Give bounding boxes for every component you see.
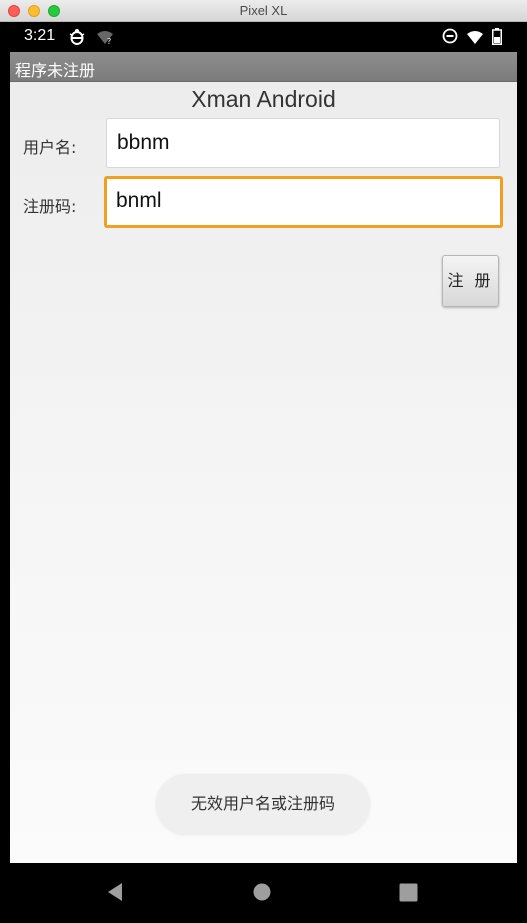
regcode-label: 注册码: <box>23 197 77 216</box>
svg-text:x: x <box>478 39 482 46</box>
device-frame: 3:21 ? x 程序未注册 Xman Android 用户名: bbnm 注册… <box>0 22 527 923</box>
recents-icon[interactable] <box>399 883 418 906</box>
action-bar: 程序未注册 <box>10 52 517 82</box>
dnd-icon <box>442 28 458 48</box>
status-bar: 3:21 ? x <box>10 22 517 52</box>
status-time: 3:21 <box>24 27 56 44</box>
app-screen: 程序未注册 Xman Android 用户名: bbnm 注册码: bnml 注… <box>10 52 517 863</box>
register-button[interactable]: 注 册 <box>442 255 499 307</box>
toast-message: 无效用户名或注册码 <box>156 774 370 834</box>
action-bar-title: 程序未注册 <box>15 61 96 80</box>
navigation-bar <box>10 863 517 923</box>
app-heading: Xman Android <box>191 86 336 112</box>
regcode-field[interactable]: bnml <box>104 176 503 228</box>
home-icon[interactable] <box>253 883 271 905</box>
wifi-question-icon: ? <box>96 30 114 49</box>
battery-icon <box>492 28 502 49</box>
svg-text:?: ? <box>107 37 111 45</box>
username-label: 用户名: <box>23 138 77 157</box>
debug-icon <box>68 28 86 50</box>
username-field[interactable]: bbnm <box>106 118 500 168</box>
window-title: Pixel XL <box>239 3 288 18</box>
window-titlebar: Pixel XL <box>0 0 527 22</box>
back-icon[interactable] <box>106 882 124 906</box>
wifi-x-icon: x <box>466 30 484 49</box>
